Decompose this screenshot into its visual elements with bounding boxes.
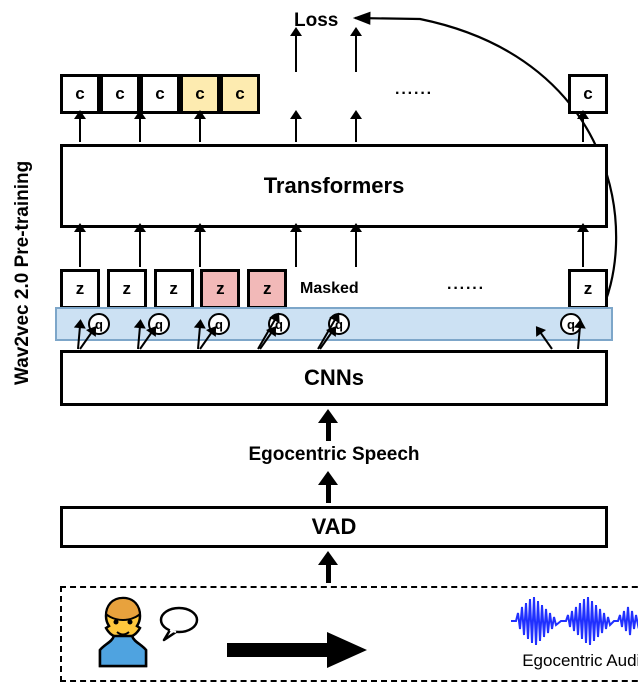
z-box-2: z (154, 269, 194, 309)
masked-label: Masked (294, 280, 364, 298)
c-box-4-masked: c (220, 74, 260, 114)
arrow-z-tf-3 (295, 231, 297, 267)
arrow-vad-to-speech (318, 471, 338, 503)
z-box-3-masked: z (200, 269, 240, 309)
big-right-arrow-icon (227, 632, 367, 668)
arrow-tf-c2 (199, 118, 201, 142)
arrow-tf-c5 (582, 118, 584, 142)
z-row-dots: ······ (371, 280, 561, 298)
cnns-box: CNNs (60, 350, 608, 406)
z-box-1: z (107, 269, 147, 309)
input-box: Egocentric Audio (60, 586, 638, 682)
egocentric-speech-label: Egocentric Speech (60, 444, 608, 466)
z-box-5: z (568, 269, 608, 309)
arrow-z-tf-2 (199, 231, 201, 267)
arrow-z-tf-5 (582, 231, 584, 267)
c-box-3-masked: c (180, 74, 220, 114)
vad-box: VAD (60, 506, 608, 548)
c-row-dots: ······ (260, 85, 568, 103)
arrow-z-tf-1 (139, 231, 141, 267)
c-box-1: c (100, 74, 140, 114)
z-box-4-masked: z (247, 269, 287, 309)
c-box-5: c (568, 74, 608, 114)
arrow-tf-c3 (295, 118, 297, 142)
arrow-audio-to-vad (318, 551, 338, 583)
c-box-2: c (140, 74, 180, 114)
z-box-0: z (60, 269, 100, 309)
waveform-icon (506, 593, 638, 649)
c-row: c c c c c ······ c (60, 74, 608, 114)
arrow-z-tf-0 (79, 231, 81, 267)
c-box-0: c (60, 74, 100, 114)
speech-bubble-icon (158, 606, 200, 642)
z-row: z z z z z Masked ······ z (60, 269, 608, 309)
transformers-box: Transformers (60, 144, 608, 228)
arrow-tf-c1 (139, 118, 141, 142)
arrow-speech-to-cnn (318, 409, 338, 441)
egocentric-audio-caption: Egocentric Audio (506, 651, 638, 671)
arrow-tf-c0 (79, 118, 81, 142)
egocentric-audio: Egocentric Audio (506, 593, 638, 671)
arrow-tf-c4 (355, 118, 357, 142)
arrow-z-tf-4 (355, 231, 357, 267)
person-icon (92, 594, 154, 668)
